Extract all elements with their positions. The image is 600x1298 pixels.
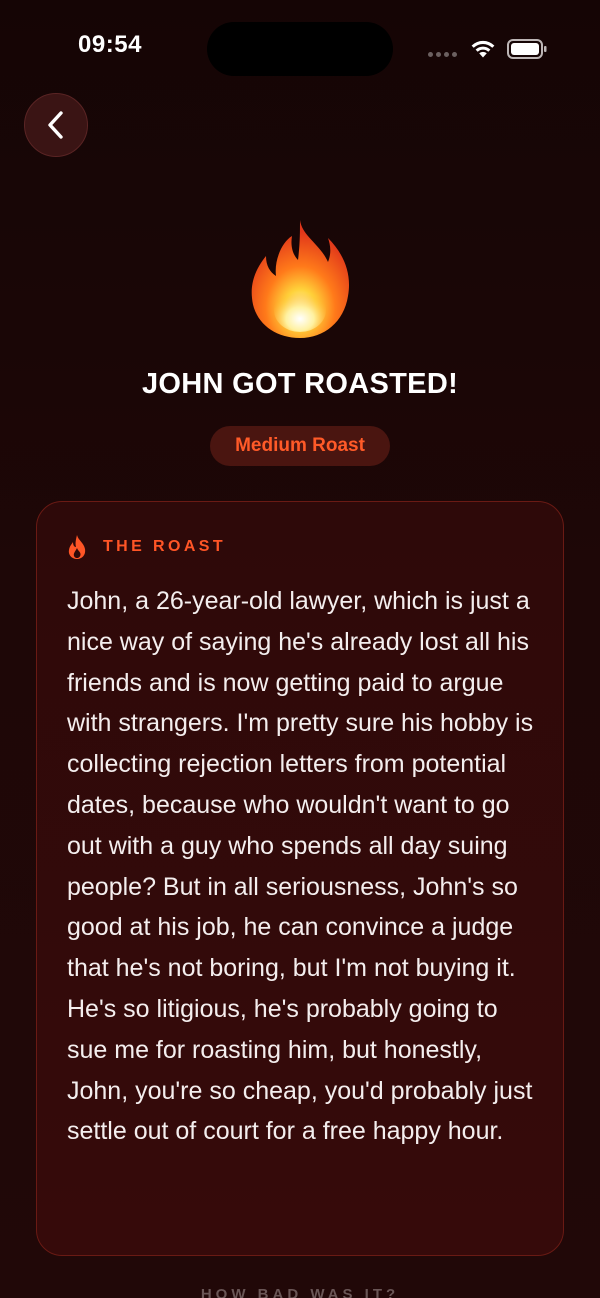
cellular-signal-icon [428,52,460,58]
roast-text: John, a 26-year-old lawyer, which is jus… [67,587,534,1146]
card-header: THE ROAST [67,532,226,562]
fire-emoji [251,220,350,338]
status-time: 09:54 [78,31,142,58]
roast-level-badge: Medium Roast [210,426,390,466]
wifi-icon [471,40,495,58]
status-bar: 09:54 [0,0,600,96]
dynamic-island [207,22,393,76]
card-header-label: THE ROAST [103,538,227,555]
chevron-left-icon [48,111,63,139]
roast-card: THE ROAST John, a 26-year-old lawyer, wh… [36,501,564,1256]
rating-heading: HOW BAD WAS IT? [200,1286,400,1298]
page-title: JOHN GOT ROASTED! [141,368,459,400]
flame-icon [68,535,86,559]
battery-icon [507,39,547,59]
back-button[interactable] [24,93,88,157]
